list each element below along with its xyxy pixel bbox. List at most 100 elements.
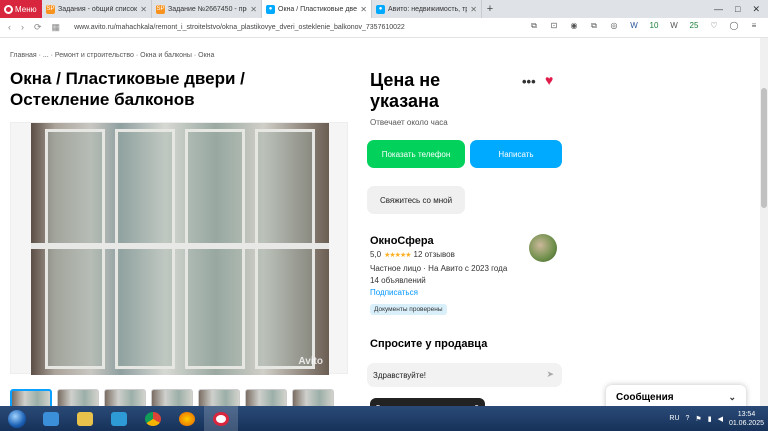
taskbar-explorer[interactable]	[68, 406, 102, 431]
close-icon[interactable]: ✕	[250, 5, 257, 14]
copy-icon[interactable]: ⧉	[588, 21, 600, 31]
system-tray: RU ? ⚑ ▮ ◀ 13:54 01.06.2025	[669, 406, 764, 431]
show-phone-button[interactable]: Показать телефон	[367, 140, 465, 168]
listing-photo[interactable]: Avito	[31, 123, 329, 375]
menu-lines-icon[interactable]: ≡	[748, 21, 760, 31]
menu-label: Меню	[15, 4, 37, 14]
thumbnail-strip	[10, 389, 334, 406]
sp-icon: SP	[156, 4, 165, 14]
thumbnail[interactable]	[104, 389, 146, 406]
folder-icon	[77, 411, 93, 426]
word-extension-icon[interactable]: W	[628, 21, 640, 31]
ask-message-input[interactable]: Здравствуйте! ➤	[367, 363, 562, 387]
contact-me-button[interactable]: Свяжитесь со мной	[367, 186, 465, 214]
sync-icon[interactable]: ◎	[608, 21, 620, 31]
thumbnail[interactable]	[198, 389, 240, 406]
close-icon[interactable]: ✕	[140, 5, 147, 14]
thumbnail[interactable]	[151, 389, 193, 406]
tab-task-detail[interactable]: SP Задание №2667450 - про ✕	[152, 0, 262, 18]
window-crossbar	[31, 243, 329, 249]
write-message-button[interactable]: Написать	[470, 140, 562, 168]
profile-icon[interactable]: ◯	[728, 21, 740, 31]
browser-tab-bar: Меню SP Задания - общий список ✕ SP Зада…	[0, 0, 768, 18]
thumbnail[interactable]	[10, 389, 52, 406]
copy-icon[interactable]: ⧉	[528, 21, 540, 31]
favorite-heart-icon[interactable]: ♥	[545, 72, 553, 88]
quick-question-chip[interactable]: Где и когда можно посмотреть?	[370, 398, 485, 406]
ask-seller-heading: Спросите у продавца	[370, 338, 488, 350]
extensions-bar: ⧉ ⊡ ◉ ⧉ ◎ W 10 W 25 ♡ ◯ ≡	[528, 21, 760, 31]
url-field[interactable]: www.avito.ru/mahachkala/remont_i_stroite…	[74, 24, 405, 31]
seller-rating: 5,0 ★★★★★ 12 отзывов	[370, 250, 455, 259]
chrome-icon	[145, 411, 161, 426]
extension-badge-icon[interactable]: 10	[648, 21, 660, 31]
price: Цена не указана	[370, 70, 441, 111]
seller-ads-count[interactable]: 14 объявлений	[370, 276, 426, 285]
speed-dial-icon[interactable]: ▦	[52, 22, 61, 33]
back-icon[interactable]: ‹	[8, 22, 11, 33]
send-icon[interactable]: ➤	[546, 369, 554, 380]
seller-avatar[interactable]	[529, 234, 557, 262]
network-icon[interactable]: ▮	[708, 415, 712, 423]
taskbar-ie[interactable]	[34, 406, 68, 431]
forward-icon[interactable]: ›	[21, 22, 24, 33]
reviews-link[interactable]: 12 отзывов	[414, 250, 455, 259]
documents-verified-badge: Документы проверены	[370, 304, 447, 315]
extension-green-icon[interactable]: 25	[688, 21, 700, 31]
clock[interactable]: 13:54 01.06.2025	[729, 410, 764, 428]
page-scrollbar[interactable]	[760, 38, 768, 406]
page-title: Окна / Пластиковые двери / Остекление ба…	[10, 69, 245, 109]
thumbnail[interactable]	[292, 389, 334, 406]
taskbar-media[interactable]	[102, 406, 136, 431]
messages-label: Сообщения	[616, 391, 674, 403]
flag-icon[interactable]: ⚑	[695, 415, 701, 423]
close-icon[interactable]: ✕	[360, 5, 367, 14]
maximize-icon[interactable]: □	[735, 4, 740, 14]
taskbar-opera[interactable]	[204, 406, 238, 431]
close-window-icon[interactable]: ✕	[752, 4, 760, 15]
w-extension-icon[interactable]: W	[668, 21, 680, 31]
tab-avito-home[interactable]: ● Авито: недвижимость, тра ✕	[372, 0, 482, 18]
camera-icon[interactable]: ◉	[568, 21, 580, 31]
thumbnail[interactable]	[57, 389, 99, 406]
volume-icon[interactable]: ◀	[718, 415, 723, 423]
address-bar: ‹ › ⟳ ▦ www.avito.ru/mahachkala/remont_i…	[0, 18, 768, 38]
start-button[interactable]	[0, 406, 34, 431]
window-frame-image	[45, 129, 105, 369]
photo-gallery[interactable]: Avito	[10, 122, 348, 375]
breadcrumb[interactable]: Главная · ... · Ремонт и строительство ·…	[10, 52, 214, 59]
windows-taskbar: RU ? ⚑ ▮ ◀ 13:54 01.06.2025	[0, 406, 768, 431]
heart-outline-icon[interactable]: ♡	[708, 21, 720, 31]
help-icon[interactable]: ?	[686, 415, 690, 422]
media-player-icon	[111, 411, 127, 426]
taskbar-firefox[interactable]	[170, 406, 204, 431]
subscribe-link[interactable]: Подписаться	[370, 288, 418, 297]
avito-icon: ●	[376, 4, 385, 14]
tab-tasks-list[interactable]: SP Задания - общий список ✕	[42, 0, 152, 18]
window-frame-image	[185, 129, 245, 369]
window-frame-image	[255, 129, 315, 369]
rating-value: 5,0	[370, 250, 382, 259]
more-options-icon[interactable]: •••	[522, 74, 536, 89]
avito-watermark: Avito	[298, 356, 323, 367]
new-tab-button[interactable]: +	[482, 3, 498, 15]
opera-icon	[213, 411, 229, 426]
sp-icon: SP	[46, 4, 55, 14]
thumbnail[interactable]	[245, 389, 287, 406]
tab-avito-listing[interactable]: ● Окна / Пластиковые двери ✕	[262, 0, 372, 18]
message-text: Здравствуйте!	[373, 370, 427, 380]
scrollbar-thumb[interactable]	[761, 88, 767, 208]
chevron-down-icon[interactable]: ⌄	[728, 392, 736, 403]
seller-name[interactable]: ОкноСфера	[370, 235, 434, 247]
ie-icon	[43, 411, 59, 426]
reload-icon[interactable]: ⟳	[34, 22, 42, 33]
bookmark-icon[interactable]: ⊡	[548, 21, 560, 31]
minimize-icon[interactable]: —	[714, 4, 723, 14]
close-icon[interactable]: ✕	[470, 5, 477, 14]
taskbar-chrome[interactable]	[136, 406, 170, 431]
language-indicator[interactable]: RU	[669, 415, 679, 422]
windows-logo-icon	[8, 409, 26, 428]
response-time: Отвечает около часа	[370, 118, 448, 127]
window-frame-image	[115, 129, 175, 369]
opera-menu-button[interactable]: Меню	[0, 0, 42, 18]
